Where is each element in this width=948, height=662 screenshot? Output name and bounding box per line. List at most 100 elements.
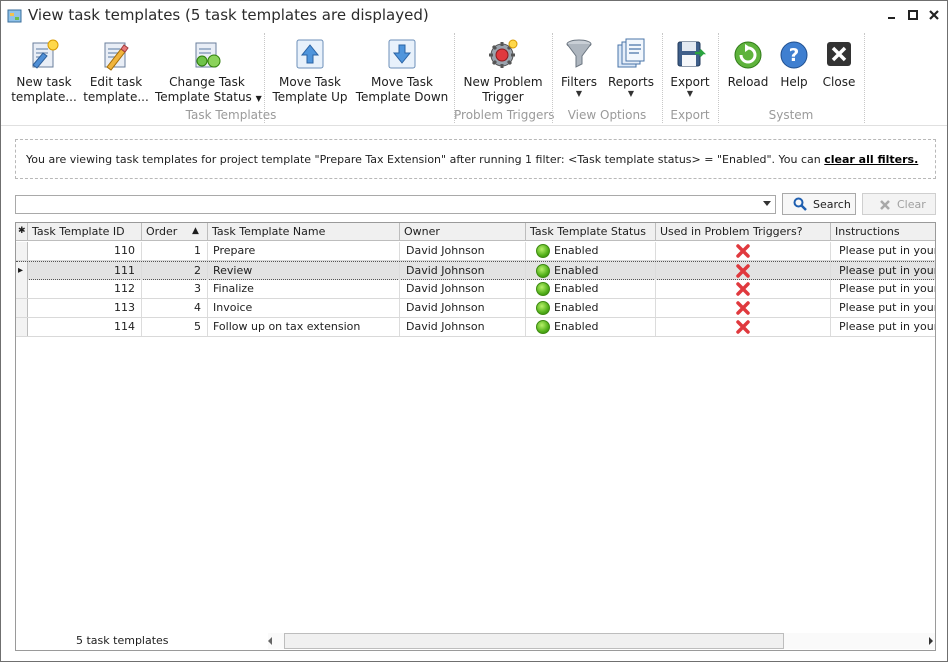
minimize-icon[interactable] [885,8,899,22]
help-icon: ? [780,41,808,69]
move-task-template-down-button[interactable]: Move Task Template Down [355,35,449,107]
cell-task-template-name: Prepare [208,242,400,260]
cell-used-in-problem-triggers [656,318,831,336]
search-input[interactable] [15,195,776,214]
cell-task-template-id: 112 [28,280,142,298]
scroll-left-icon[interactable] [268,637,272,645]
chevron-down-icon: ▼ [255,94,262,103]
row-indicator[interactable]: ▸ [16,262,28,280]
cell-owner: David Johnson [400,318,526,336]
enabled-status-icon [536,264,550,278]
chevron-down-icon: ▼ [686,89,694,98]
cell-task-template-id: 113 [28,299,142,317]
red-x-icon [736,244,750,258]
search-button[interactable]: Search [782,193,856,215]
column-header-task-template-id[interactable]: Task Template ID [28,223,142,241]
cell-status: Enabled [526,242,656,260]
new-task-template-label-1: New task [16,75,72,89]
red-x-icon [736,264,750,278]
filter-info-panel: You are viewing task templates for proje… [15,139,936,179]
change-status-label-2: Template Status ▼ [155,90,262,106]
move-down-label-1: Move Task [371,75,433,89]
cell-used-in-problem-triggers [656,299,831,317]
grid-header: ✱ Task Template ID Order ▲ Task Template … [16,223,935,241]
clear-button[interactable]: Clear [862,193,936,215]
group-separator [552,33,553,123]
row-indicator[interactable] [16,242,28,260]
help-button[interactable]: ? Help [773,35,815,107]
cell-task-template-id: 114 [28,318,142,336]
reports-label: Reports [607,75,655,89]
new-problem-trigger-button[interactable]: New Problem Trigger [461,35,545,107]
scrollbar-thumb[interactable] [284,633,784,649]
column-header-order-label: Order [146,225,178,238]
table-row-selected[interactable]: ▸ 111 2 Review David Johnson Enabled Ple… [16,261,935,280]
filters-button[interactable]: Filters ▼ [557,35,601,107]
scroll-right-icon[interactable] [929,637,933,645]
red-x-icon [736,301,750,315]
reload-icon [734,41,762,69]
group-label-view-options: View Options [567,108,647,122]
clear-x-icon [880,200,890,210]
close-button[interactable]: Close [817,35,861,107]
table-row[interactable]: 114 5 Follow up on tax extension David J… [16,318,935,337]
move-task-template-up-button[interactable]: Move Task Template Up [271,35,349,107]
new-problem-trigger-label-1: New Problem [463,75,543,89]
edit-task-template-label-1: Edit task [89,75,143,89]
cell-used-in-problem-triggers [656,280,831,298]
export-button[interactable]: Export ▼ [667,35,713,107]
row-indicator[interactable] [16,318,28,336]
group-label-problem-triggers: Problem Triggers [454,108,555,122]
reload-button[interactable]: Reload [725,35,771,107]
group-label-task-templates: Task Templates [185,108,277,122]
column-header-owner[interactable]: Owner [400,223,526,241]
cell-task-template-name: Follow up on tax extension [208,318,400,336]
row-indicator[interactable] [16,280,28,298]
cell-instructions: Please put in your tax [831,262,935,280]
status-label: Enabled [554,320,599,333]
change-status-label-text: Template Status [155,90,252,104]
horizontal-scrollbar[interactable] [268,633,935,649]
cell-instructions: Please put in your tax [831,242,935,260]
enabled-status-icon [536,301,550,315]
chevron-down-icon[interactable] [763,201,771,206]
red-x-icon [736,282,750,296]
table-row[interactable]: 113 4 Invoice David Johnson Enabled Plea… [16,299,935,318]
cell-owner: David Johnson [400,242,526,260]
move-down-icon [388,39,416,69]
chevron-down-icon: ▼ [575,89,583,98]
close-window-icon[interactable] [927,8,941,22]
column-header-instructions[interactable]: Instructions [831,223,935,241]
reports-icon [617,38,645,68]
edit-task-template-button[interactable]: Edit task template... [83,35,149,107]
column-header-task-template-status[interactable]: Task Template Status [526,223,656,241]
reports-button[interactable]: Reports ▼ [605,35,657,107]
save-disk-icon [677,41,707,67]
column-header-task-template-name[interactable]: Task Template Name [208,223,400,241]
table-row[interactable]: 110 1 Prepare David Johnson Enabled Plea… [16,242,935,261]
cell-task-template-name: Review [208,262,400,280]
reload-label: Reload [727,75,769,89]
export-label: Export [670,75,710,89]
ribbon-toolbar: New task template... Edit task template.… [1,29,947,126]
new-task-template-button[interactable]: New task template... [11,35,77,107]
cell-instructions: Please put in your tax [831,318,935,336]
move-up-icon [296,39,324,69]
edit-task-template-icon [104,42,129,71]
maximize-icon[interactable] [906,8,920,22]
group-label-export: Export [670,108,710,122]
change-task-template-status-button[interactable]: Change Task Template Status ▼ [155,35,262,107]
column-header-used-in-problem-triggers[interactable]: Used in Problem Triggers? [656,223,831,241]
clear-all-filters-link[interactable]: clear all filters. [824,153,918,166]
gear-icon [489,39,518,68]
table-row[interactable]: 112 3 Finalize David Johnson Enabled Ple… [16,280,935,299]
cell-owner: David Johnson [400,280,526,298]
row-indicator[interactable] [16,299,28,317]
cell-status: Enabled [526,299,656,317]
red-x-icon [736,320,750,334]
group-separator [864,33,865,123]
cell-instructions: Please put in your tax [831,280,935,298]
cell-used-in-problem-triggers [656,262,831,280]
window-title: View task templates (5 task templates ar… [28,6,429,24]
column-header-order[interactable]: Order ▲ [142,223,208,241]
